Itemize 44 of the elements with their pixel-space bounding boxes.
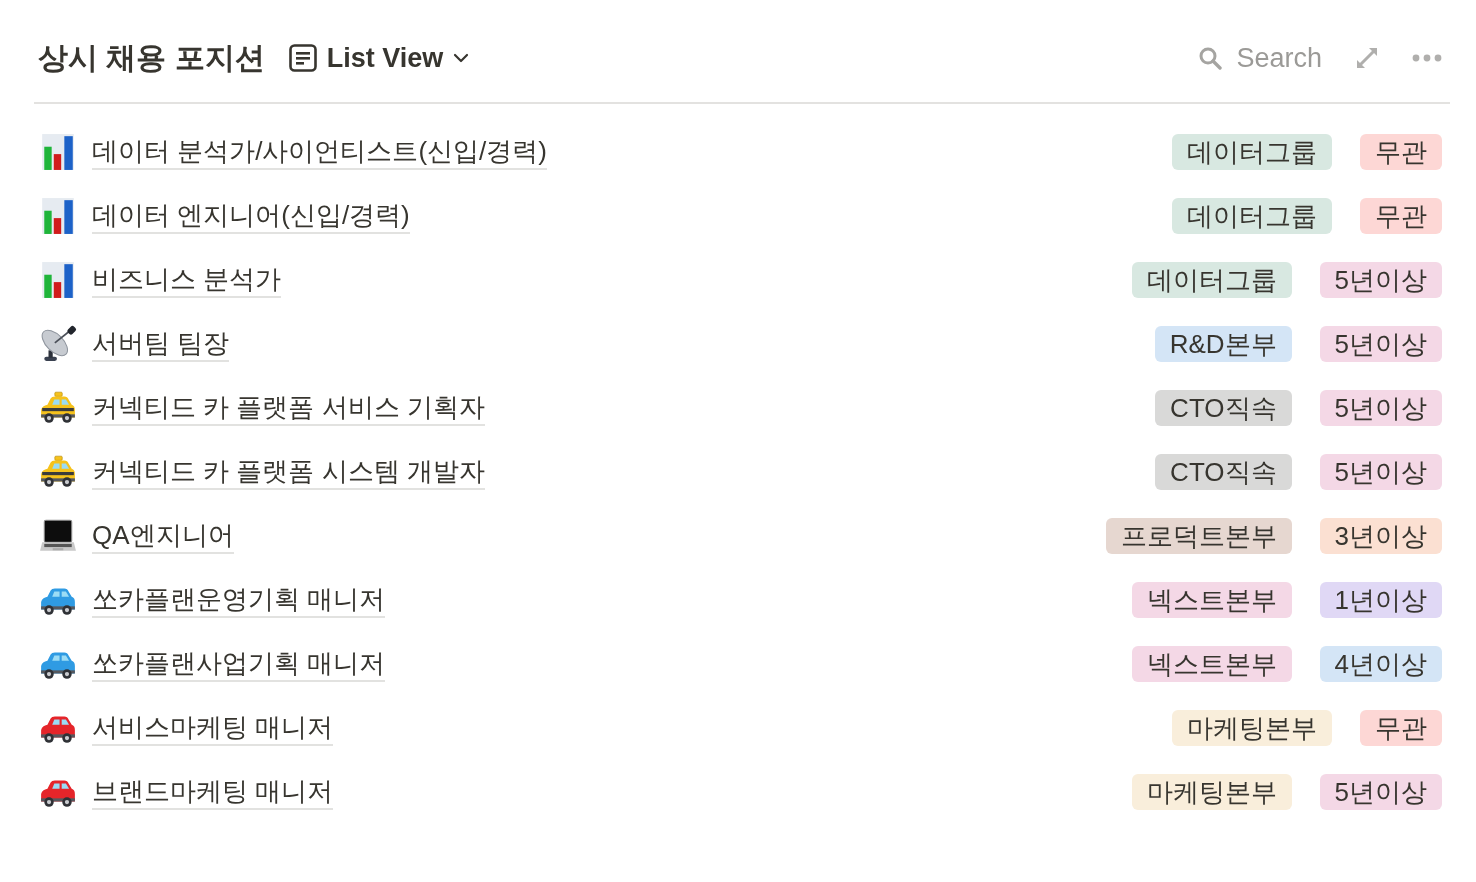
tag: 무관: [1360, 134, 1442, 170]
tag: 5년이상: [1319, 774, 1442, 810]
page-title: 상시 채용 포지션: [38, 39, 265, 76]
page-link[interactable]: 비즈니스 분석가: [92, 262, 282, 298]
page-link[interactable]: 커넥티드 카 플랫폼 시스템 개발자: [92, 454, 485, 490]
view-switcher-button[interactable]: List View: [288, 42, 470, 74]
page-link[interactable]: QA엔지니어: [92, 518, 234, 554]
chevron-down-icon: [453, 53, 470, 63]
tag: 프로덕트본부: [1105, 518, 1292, 554]
tag: 5년이상: [1319, 326, 1442, 362]
tag: 4년이상: [1319, 646, 1442, 682]
page-link[interactable]: 쏘카플랜운영기획 매니저: [92, 582, 386, 618]
bar-chart-icon: [39, 197, 77, 235]
tag: CTO직속: [1155, 454, 1292, 490]
page-link[interactable]: 서버팀 팀장: [92, 326, 230, 362]
tag: 마케팅본부: [1172, 710, 1332, 746]
tag: 무관: [1360, 710, 1442, 746]
tag: 1년이상: [1319, 582, 1442, 618]
tag: 데이터그룹: [1172, 134, 1332, 170]
bar-chart-icon: [39, 133, 77, 171]
tag: 넥스트본부: [1131, 646, 1292, 682]
page-link[interactable]: 커넥티드 카 플랫폼 서비스 기획자: [92, 390, 485, 426]
tag: 5년이상: [1319, 262, 1442, 298]
tag: 5년이상: [1319, 454, 1442, 490]
page-link[interactable]: 브랜드마케팅 매니저: [92, 774, 334, 810]
tag: 3년이상: [1319, 518, 1442, 554]
satellite-dish-icon: [39, 325, 77, 363]
list-view-icon: [288, 44, 317, 72]
tag: 데이터그룹: [1172, 198, 1332, 234]
tag: CTO직속: [1155, 390, 1292, 426]
page-link[interactable]: 데이터 엔지니어(신입/경력): [92, 198, 410, 234]
tag: 넥스트본부: [1131, 582, 1292, 618]
page-link[interactable]: 서비스마케팅 매니저: [92, 710, 334, 746]
expand-icon[interactable]: [1356, 47, 1378, 69]
more-options-icon[interactable]: [1412, 54, 1442, 62]
bar-chart-icon: [39, 261, 77, 299]
tag: R&D본부: [1154, 326, 1292, 362]
page-link[interactable]: 데이터 분석가/사이언티스트(신입/경력): [92, 134, 547, 170]
page-link[interactable]: 쏘카플랜사업기획 매니저: [92, 646, 386, 682]
tag: 무관: [1360, 198, 1442, 234]
tag: 데이터그룹: [1131, 262, 1292, 298]
search-icon: [1199, 46, 1223, 70]
tag: 5년이상: [1319, 390, 1442, 426]
tag: 마케팅본부: [1131, 774, 1292, 810]
